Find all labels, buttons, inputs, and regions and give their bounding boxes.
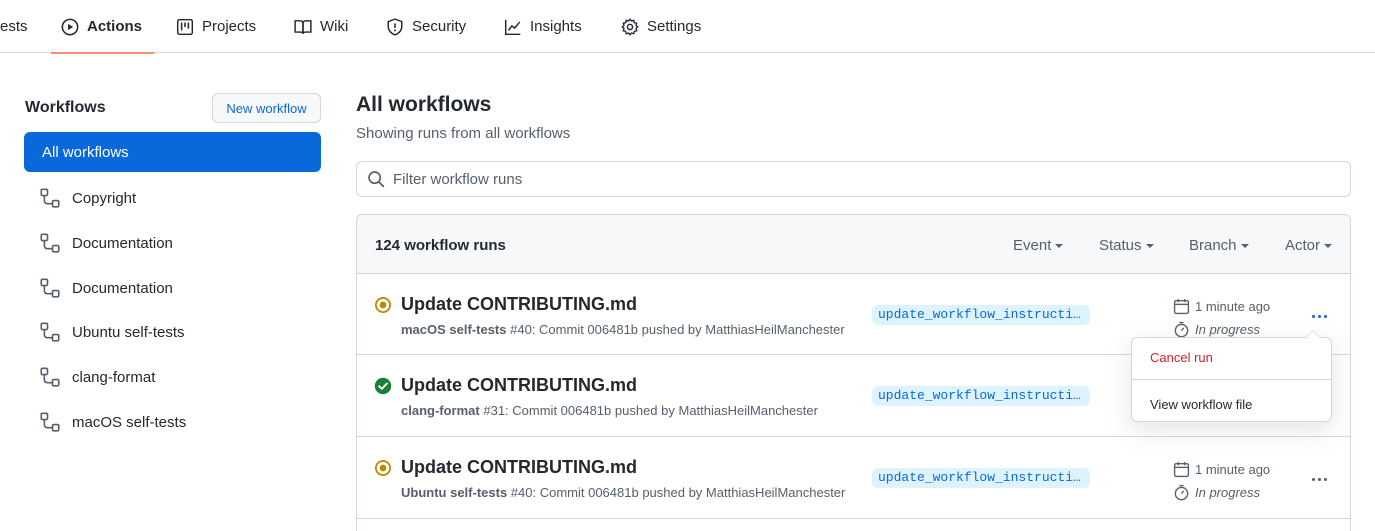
sidebar-item-all-workflows[interactable]: All workflows — [24, 132, 321, 172]
shield-icon — [386, 17, 404, 36]
search-input[interactable] — [393, 170, 1293, 188]
sidebar-item-documentation[interactable]: Documentation — [24, 223, 321, 263]
run-menu-button[interactable] — [1307, 471, 1331, 487]
run-menu-button[interactable] — [1307, 308, 1331, 324]
tab-settings[interactable]: Settings — [621, 0, 701, 53]
tab-insights[interactable]: Insights — [504, 0, 582, 53]
calendar-icon — [1173, 461, 1190, 478]
play-icon — [61, 18, 79, 36]
sidebar-item-label: Ubuntu self-tests — [72, 323, 185, 341]
tab-insights-label: Insights — [530, 18, 582, 35]
branch-filter-dropdown[interactable]: Branch — [1189, 237, 1249, 254]
sidebar-title: Workflows — [25, 99, 106, 116]
branch-label[interactable]: update_workflow_instructions — [872, 468, 1090, 488]
branch-label[interactable]: update_workflow_instructions — [872, 305, 1090, 325]
run-time: 1 minute ago — [1173, 298, 1270, 315]
workflow-icon — [40, 322, 60, 342]
run-workflow-name: macOS self-tests — [401, 322, 507, 337]
sidebar-item-copyright[interactable]: Copyright — [24, 178, 321, 218]
tab-projects-label: Projects — [202, 18, 257, 35]
workflow-icon — [40, 188, 60, 208]
table-row[interactable]: Update CONTRIBUTING.md Ubuntu self-tests… — [357, 438, 1350, 519]
tab-settings-label: Settings — [647, 18, 702, 35]
branch-filter-label: Branch — [1189, 237, 1237, 254]
sidebar-item-ubuntu-self-tests[interactable]: Ubuntu self-tests — [24, 312, 321, 352]
run-meta: clang-format #31: Commit 006481b pushed … — [401, 403, 818, 418]
runs-list-header: 124 workflow runs Event Status Branch Ac… — [357, 215, 1350, 274]
search-icon — [367, 170, 385, 188]
tab-pull-requests[interactable]: ests — [0, 0, 28, 53]
sidebar-item-macos-self-tests[interactable]: macOS self-tests — [24, 402, 321, 442]
view-workflow-file-menu-item[interactable]: View workflow file — [1132, 389, 1331, 419]
run-details: #40: Commit 006481b pushed by MatthiasHe… — [510, 485, 846, 500]
cancel-run-menu-item[interactable]: Cancel run — [1132, 342, 1331, 372]
run-details: #31: Commit 006481b pushed by MatthiasHe… — [483, 403, 818, 418]
tab-projects[interactable]: Projects — [176, 0, 256, 53]
project-board-icon — [176, 18, 194, 36]
run-time: 1 minute ago — [1173, 461, 1270, 478]
branch-label[interactable]: update_workflow_instructions — [872, 386, 1090, 406]
tab-actions[interactable]: Actions — [50, 0, 155, 54]
new-workflow-button[interactable]: New workflow — [212, 93, 321, 123]
run-title[interactable]: Update CONTRIBUTING.md — [401, 457, 637, 478]
run-details: #40: Commit 006481b pushed by MatthiasHe… — [510, 322, 845, 337]
run-time-text: 1 minute ago — [1195, 299, 1271, 314]
check-circle-icon — [374, 377, 392, 395]
sidebar-item-clang-format[interactable]: clang-format — [24, 357, 321, 397]
sidebar-item-label: Documentation — [72, 279, 173, 297]
tab-wiki[interactable]: Wiki — [294, 0, 348, 53]
actor-filter-dropdown[interactable]: Actor — [1285, 237, 1333, 254]
run-meta: Ubuntu self-tests #40: Commit 006481b pu… — [401, 485, 845, 500]
caret-down-icon — [1240, 244, 1249, 249]
stopwatch-icon — [1173, 484, 1190, 501]
sidebar-item-label: macOS self-tests — [72, 413, 187, 431]
gear-icon — [621, 17, 639, 36]
run-duration: In progress — [1173, 321, 1260, 338]
graph-icon — [504, 18, 522, 36]
caret-down-icon — [1324, 244, 1333, 249]
workflow-icon — [40, 233, 60, 253]
run-meta: macOS self-tests #40: Commit 006481b pus… — [401, 322, 845, 337]
runs-count: 124 workflow runs — [375, 237, 506, 254]
sidebar-item-label: Copyright — [72, 189, 137, 207]
tab-security-label: Security — [412, 18, 467, 35]
page-title: All workflows — [356, 93, 492, 116]
calendar-icon — [1173, 298, 1190, 315]
run-title[interactable]: Update CONTRIBUTING.md — [401, 375, 637, 396]
status-filter-dropdown[interactable]: Status — [1099, 237, 1154, 254]
run-duration: In progress — [1173, 484, 1260, 501]
workflow-icon — [40, 278, 60, 298]
run-duration-text: In progress — [1195, 485, 1261, 500]
run-title[interactable]: Update CONTRIBUTING.md — [401, 294, 637, 315]
event-filter-dropdown[interactable]: Event — [1013, 237, 1064, 254]
sidebar-item-documentation[interactable]: Documentation — [24, 268, 321, 308]
run-actions-menu: Cancel run View workflow file — [1131, 330, 1332, 422]
sidebar-item-label: clang-format — [72, 368, 156, 386]
event-filter-label: Event — [1013, 237, 1052, 254]
tab-security[interactable]: Security — [386, 0, 466, 53]
book-icon — [294, 18, 312, 36]
run-workflow-name: clang-format — [401, 403, 480, 418]
stopwatch-icon — [1173, 321, 1190, 338]
run-workflow-name: Ubuntu self-tests — [401, 485, 508, 500]
caret-down-icon — [1145, 244, 1154, 249]
run-duration-text: In progress — [1195, 322, 1261, 337]
status-filter-label: Status — [1099, 237, 1142, 254]
filter-workflow-runs[interactable] — [356, 161, 1351, 197]
tab-actions-label: Actions — [87, 18, 143, 35]
caret-down-icon — [1055, 244, 1064, 249]
menu-divider — [1132, 379, 1331, 380]
repo-nav: ests Actions Projects Wiki Security Insi… — [0, 0, 1375, 54]
in-progress-icon — [374, 459, 392, 477]
in-progress-icon — [374, 296, 392, 314]
tab-wiki-label: Wiki — [320, 18, 349, 35]
workflow-icon — [40, 367, 60, 387]
tab-pull-requests-label: ests — [0, 18, 28, 35]
sidebar-item-label: Documentation — [72, 234, 173, 252]
page-subtitle: Showing runs from all workflows — [356, 125, 571, 142]
workflow-icon — [40, 412, 60, 432]
run-time-text: 1 minute ago — [1195, 462, 1271, 477]
actor-filter-label: Actor — [1285, 237, 1321, 254]
